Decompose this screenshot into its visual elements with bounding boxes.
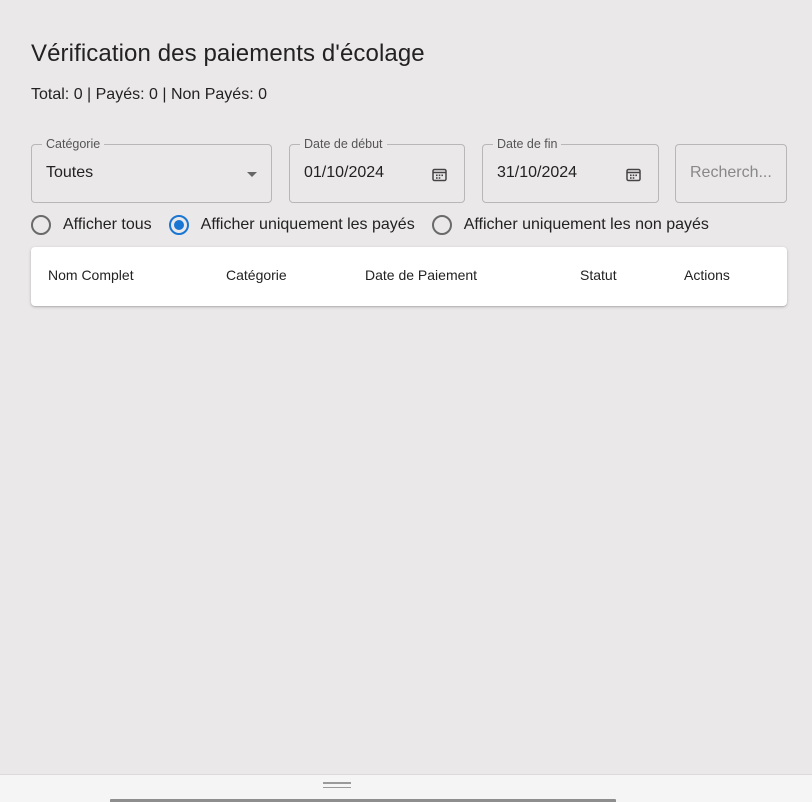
- bottom-panel-bar: [0, 774, 812, 802]
- end-date-value: 31/10/2024: [497, 164, 578, 181]
- radio-button[interactable]: [431, 215, 452, 235]
- category-value: Toutes: [46, 164, 94, 181]
- page-title: Vérification des paiements d'écolage: [31, 40, 425, 67]
- radio-button-selected[interactable]: [168, 215, 189, 235]
- search-placeholder: Recherch...: [690, 164, 772, 181]
- payment-filter-radio-group: Afficher tous Afficher uniquement les pa…: [31, 213, 726, 237]
- radio-label: Afficher uniquement les non payés: [463, 216, 709, 233]
- calendar-icon[interactable]: [432, 167, 447, 182]
- column-header-name: Nom Complet: [48, 267, 134, 283]
- chevron-down-icon: [247, 172, 257, 177]
- category-label: Catégorie: [42, 137, 105, 151]
- radio-label: Afficher tous: [63, 216, 152, 233]
- column-header-status: Statut: [580, 267, 617, 283]
- column-header-actions: Actions: [684, 267, 730, 283]
- payments-table: Nom Complet Catégorie Date de Paiement S…: [31, 247, 787, 306]
- radio-show-all[interactable]: Afficher tous: [31, 215, 152, 235]
- start-date-value: 01/10/2024: [304, 164, 385, 181]
- drag-handle-icon[interactable]: [323, 782, 351, 791]
- payment-summary: Total: 0 | Payés: 0 | Non Payés: 0: [31, 86, 267, 103]
- column-header-category: Catégorie: [226, 267, 287, 283]
- radio-show-paid[interactable]: Afficher uniquement les payés: [168, 215, 415, 235]
- end-date-label: Date de fin: [493, 137, 562, 151]
- end-date-field[interactable]: Date de fin 31/10/2024: [482, 137, 659, 203]
- start-date-field[interactable]: Date de début 01/10/2024: [289, 137, 465, 203]
- start-date-label: Date de début: [300, 137, 387, 151]
- radio-label: Afficher uniquement les payés: [200, 216, 415, 233]
- radio-show-unpaid[interactable]: Afficher uniquement les non payés: [431, 215, 709, 235]
- column-header-payment-date: Date de Paiement: [365, 267, 478, 283]
- radio-button[interactable]: [31, 215, 51, 235]
- category-select[interactable]: Catégorie Toutes: [31, 137, 272, 203]
- search-field[interactable]: Recherch...: [675, 144, 787, 203]
- calendar-icon[interactable]: [626, 167, 641, 182]
